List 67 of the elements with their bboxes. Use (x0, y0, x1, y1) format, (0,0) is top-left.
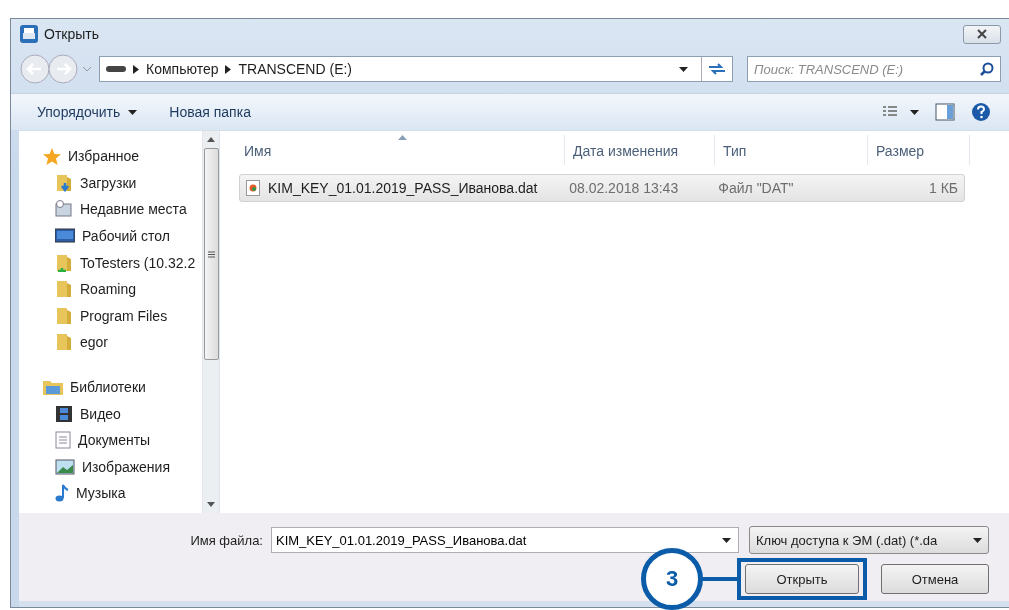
sidebar-item[interactable]: ToTesters (10.32.2 (43, 249, 202, 276)
file-row[interactable]: KIM_KEY_01.01.2019_PASS_Иванова.dat 08.02.2018 13:43 Файл "DAT" 1 КБ (239, 174, 965, 202)
printer-icon (20, 25, 38, 43)
search-field[interactable]: Поиск: TRANSCEND (E:) (747, 56, 1001, 82)
filename-label: Имя файла: (190, 532, 263, 548)
step-number: 3 (641, 548, 703, 610)
dropdown-icon[interactable] (679, 66, 688, 72)
table-cell-text: 08.02.2018 13:43 (568, 179, 680, 198)
star-icon (43, 147, 61, 165)
grip-icon (207, 250, 215, 258)
address-bar[interactable]: Компьютер TRANSCEND (E:) (99, 56, 733, 82)
dialog-button[interactable]: Открыть (745, 564, 859, 594)
column-header[interactable]: Дата изменения (565, 135, 715, 165)
sidebar-item[interactable]: Избранное (43, 143, 202, 170)
sort-arrow-icon (398, 135, 407, 140)
breadcrumb[interactable]: TRANSCEND (E:) (238, 61, 353, 77)
recent-places-icon (55, 200, 73, 219)
toolbar-button[interactable]: Упорядочить (29, 100, 146, 124)
sidebar-item[interactable]: Музыка (43, 480, 202, 507)
sidebar-item[interactable]: Загрузки (43, 169, 202, 197)
search-icon (980, 62, 994, 76)
file-icon (246, 180, 260, 196)
sidebar-item[interactable]: Документы (43, 426, 202, 454)
sidebar-item[interactable]: Roaming (43, 275, 202, 303)
dropdown-icon (973, 537, 982, 543)
library-folder-icon (43, 379, 63, 396)
sidebar-item[interactable]: Библиотеки (43, 373, 202, 401)
folder-icon (55, 306, 73, 325)
picture-icon (55, 458, 75, 475)
column-header[interactable]: Размер (868, 135, 970, 165)
sidebar-item[interactable]: Видео (43, 400, 202, 427)
close-button[interactable] (963, 24, 1001, 44)
chevron-icon (133, 64, 139, 74)
document-icon (55, 431, 71, 450)
sidebar-item[interactable]: Program Files (43, 302, 202, 330)
table-cell-text: Файл "DAT" (717, 179, 795, 198)
folder-icon (55, 333, 73, 352)
network-folder-icon (55, 253, 73, 272)
drive-icon (106, 65, 126, 73)
window-title: Открыть (44, 26, 99, 42)
chevron-icon (225, 64, 232, 74)
help-icon[interactable] (971, 102, 991, 122)
desktop-icon (55, 228, 75, 245)
filename-field[interactable]: KIM_KEY_01.01.2019_PASS_Иванова.dat (271, 527, 739, 553)
column-header[interactable]: Тип (715, 135, 868, 165)
breadcrumb[interactable]: Компьютер (146, 61, 219, 77)
dialog-button[interactable]: Отмена (881, 564, 989, 594)
table-cell: KIM_KEY_01.01.2019_PASS_Иванова.dat (240, 175, 564, 201)
close-icon (976, 29, 988, 39)
toolbar-button[interactable]: Новая папка (161, 100, 259, 124)
sidebar-item[interactable]: Изображения (43, 453, 202, 481)
scroll-down-icon[interactable] (207, 502, 215, 507)
sidebar-item[interactable]: egor (43, 329, 202, 356)
file-type-dropdown[interactable]: Ключ доступа к ЭМ (.dat) (*.da (749, 526, 989, 554)
view-options-icon[interactable] (883, 105, 919, 119)
caret-icon (128, 109, 138, 115)
scroll-up-icon[interactable] (207, 137, 215, 142)
dropdown-icon (722, 538, 731, 543)
folder-icon (55, 280, 73, 299)
sidebar-item[interactable]: Недавние места (43, 196, 202, 223)
folder-icon (55, 173, 73, 192)
preview-pane-icon[interactable] (935, 103, 955, 121)
scrollbar[interactable] (202, 131, 219, 513)
sidebar-item[interactable]: Рабочий стол (43, 222, 202, 250)
music-note-icon (55, 484, 69, 503)
table-cell-text: 1 КБ (927, 179, 959, 198)
film-icon (55, 404, 73, 423)
